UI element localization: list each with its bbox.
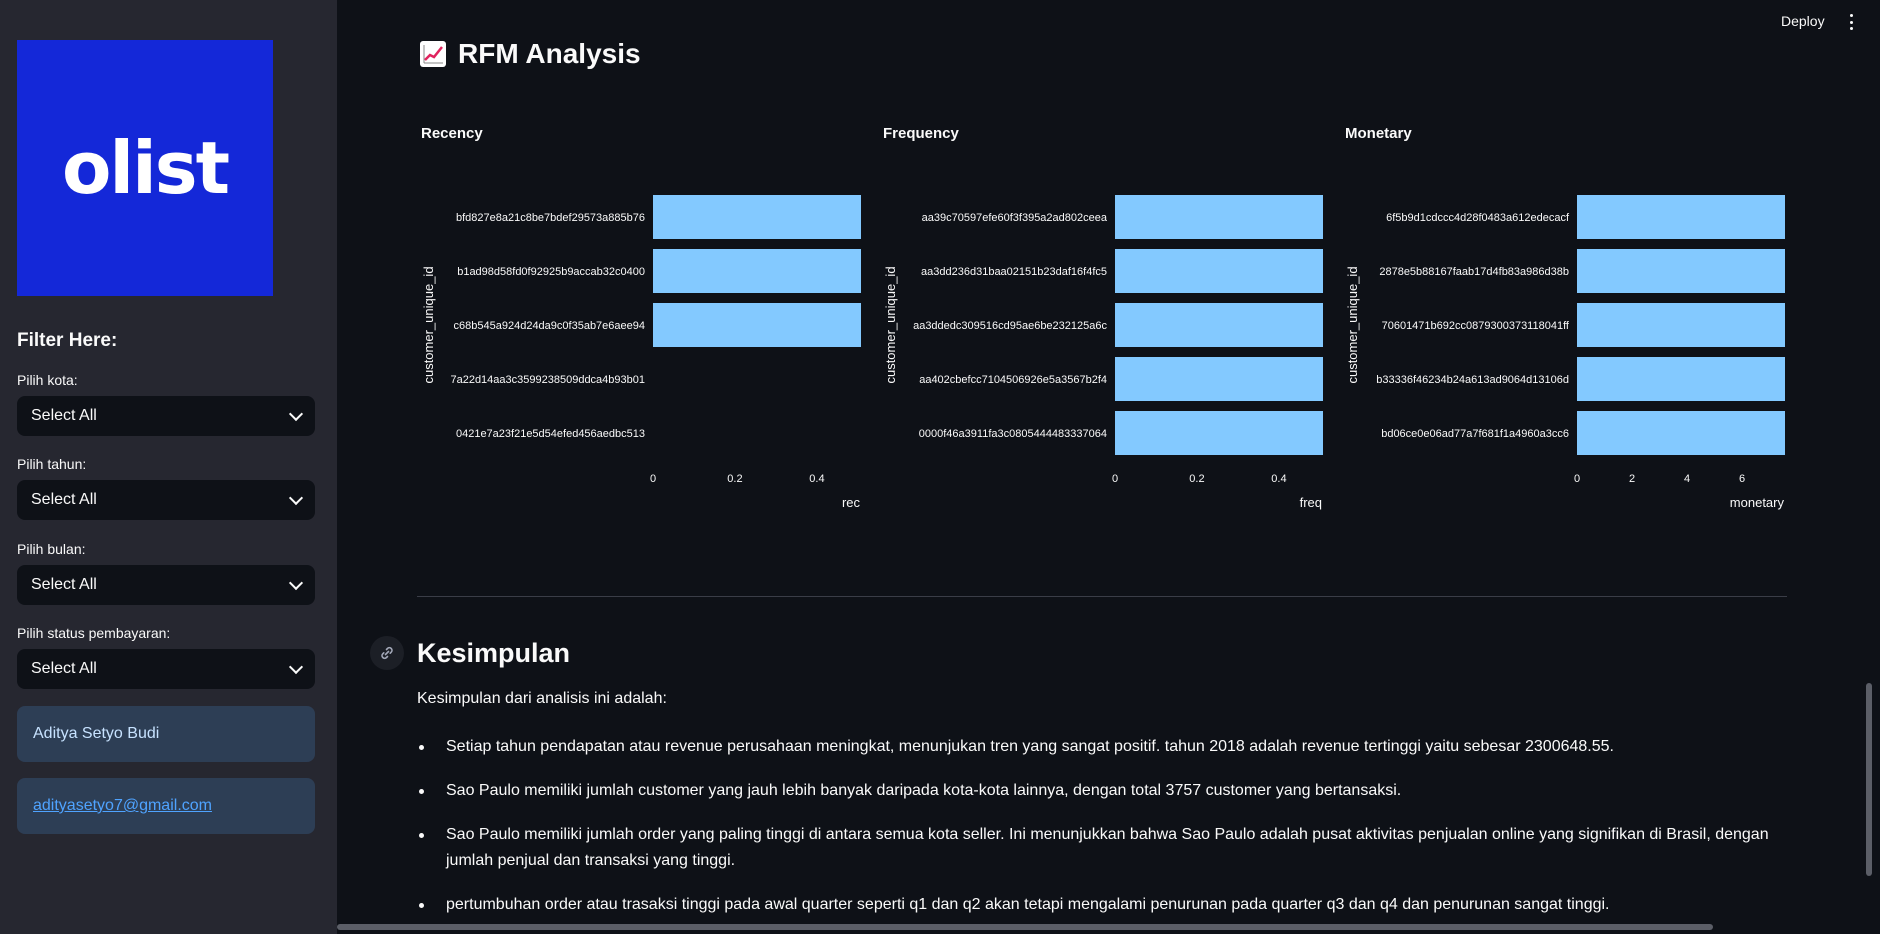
bar (1115, 357, 1324, 401)
chevron-down-icon (288, 659, 304, 674)
y-tick-label: bd06ce0e06ad77a7f681f1a4960a3cc6 (1381, 428, 1569, 440)
bar (653, 249, 862, 293)
y-tick-label: aa402cbefcc7104506926e5a3567b2f4 (919, 374, 1107, 386)
bar (1577, 249, 1786, 293)
recency-chart: Recency bfd827e8a21c8be7bdef29573a885b76… (421, 125, 862, 515)
select-tahun[interactable]: Select All (17, 480, 315, 520)
y-tick-label: aa3dd236d31baa02151b23daf16f4fc5 (921, 266, 1107, 278)
kesimpulan-list: Setiap tahun pendapatan atau revenue per… (417, 734, 1787, 934)
x-tick-label: 4 (1684, 473, 1690, 485)
y-tick-label: 2878e5b88167faab17d4fb83a986d38b (1379, 266, 1569, 278)
y-tick-label: 0421e7a23f21e5d54efed456aedbc513 (456, 428, 645, 440)
frequency-chart: Frequency aa39c70597efe60f3f395a2ad802ce… (883, 125, 1324, 515)
horizontal-scrollbar[interactable] (337, 924, 1713, 930)
chart-svg: aa39c70597efe60f3f395a2ad802ceea aa3dd236… (883, 195, 1324, 510)
section-divider (417, 596, 1787, 597)
x-tick-label: 0 (1574, 473, 1580, 485)
email-box: adityasetyo7@gmail.com (17, 778, 315, 834)
y-tick-label: c68b545a924d24da9c0f35ab7e6aee94 (454, 320, 645, 332)
select-status-value: Select All (31, 660, 97, 677)
x-axis-label: monetary (1730, 495, 1785, 510)
bar (1115, 411, 1324, 455)
x-tick-label: 6 (1739, 473, 1745, 485)
chart-title: Recency (421, 125, 483, 142)
bar (653, 195, 862, 239)
main-menu-icon[interactable] (1848, 14, 1854, 30)
chart-increasing-icon (420, 41, 446, 67)
x-axis-label: freq (1300, 495, 1322, 510)
bar (1115, 303, 1324, 347)
link-icon[interactable] (370, 636, 404, 670)
y-axis-label: customer_unique_id (421, 266, 436, 383)
kesimpulan-intro: Kesimpulan dari analisis ini adalah: (417, 690, 667, 707)
x-tick-label: 0.4 (809, 473, 824, 485)
filter-label-kota: Pilih kota: (17, 372, 78, 388)
chart-title: Frequency (883, 125, 959, 142)
list-item: Sao Paulo memiliki jumlah order yang pal… (417, 822, 1787, 874)
chevron-down-icon (288, 406, 304, 421)
filter-label-status: Pilih status pembayaran: (17, 625, 171, 641)
x-tick-label: 0 (1112, 473, 1118, 485)
select-kota-value: Select All (31, 407, 97, 424)
y-tick-label: aa3ddedc309516cd95ae6be232125a6c (913, 320, 1107, 332)
list-item: pertumbuhan order atau trasaksi tinggi p… (417, 892, 1787, 918)
x-tick-label: 0.4 (1271, 473, 1286, 485)
y-tick-label: 7a22d14aa3c3599238509ddca4b93b01 (450, 374, 645, 386)
author-name: Aditya Setyo Budi (33, 725, 160, 742)
bar (1577, 303, 1786, 347)
bar (653, 303, 862, 347)
email-link[interactable]: adityasetyo7@gmail.com (33, 797, 212, 815)
deploy-button[interactable]: Deploy (1781, 13, 1825, 29)
y-tick-label: 6f5b9d1cdccc4d28f0483a612edecacf (1386, 212, 1570, 224)
x-tick-label: 0.2 (727, 473, 742, 485)
chevron-down-icon (288, 490, 304, 505)
app-root: olist Filter Here: Pilih kota: Select Al… (0, 0, 1880, 934)
x-tick-label: 0.2 (1189, 473, 1204, 485)
filter-title: Filter Here: (17, 330, 118, 351)
y-tick-label: aa39c70597efe60f3f395a2ad802ceea (922, 212, 1108, 224)
rfm-title-text: RFM Analysis (458, 38, 641, 69)
vertical-scrollbar[interactable] (1866, 683, 1872, 876)
select-bulan[interactable]: Select All (17, 565, 315, 605)
y-tick-label: b33336f46234b24a613ad9064d13106d (1376, 374, 1569, 386)
bar (1577, 411, 1786, 455)
chart-title: Monetary (1345, 125, 1412, 142)
bar (1115, 249, 1324, 293)
x-tick-label: 0 (650, 473, 656, 485)
sidebar: olist Filter Here: Pilih kota: Select Al… (0, 0, 337, 934)
select-tahun-value: Select All (31, 491, 97, 508)
logo-text: olist (61, 126, 230, 210)
filter-label-tahun: Pilih tahun: (17, 456, 87, 472)
select-status-pembayaran[interactable]: Select All (17, 649, 315, 689)
filter-label-bulan: Pilih bulan: (17, 541, 86, 557)
monetary-chart: Monetary 6f5b9d1cdccc4d28f0483a612edecac… (1345, 125, 1786, 515)
kesimpulan-title: Kesimpulan (417, 638, 571, 668)
bar (1115, 195, 1324, 239)
author-box: Aditya Setyo Budi (17, 706, 315, 762)
select-kota[interactable]: Select All (17, 396, 315, 436)
chart-svg: 6f5b9d1cdccc4d28f0483a612edecacf 2878e5b8… (1345, 195, 1786, 510)
y-tick-label: bfd827e8a21c8be7bdef29573a885b76 (456, 212, 645, 224)
y-axis-label: customer_unique_id (883, 266, 898, 383)
bar (1577, 357, 1786, 401)
y-tick-label: 0000f46a3911fa3c0805444483337064 (919, 428, 1107, 440)
olist-logo: olist (17, 40, 273, 296)
bar (1577, 195, 1786, 239)
chart-svg: bfd827e8a21c8be7bdef29573a885b76 b1ad98d5… (421, 195, 862, 510)
select-bulan-value: Select All (31, 576, 97, 593)
y-tick-label: b1ad98d58fd0f92925b9accab32c0400 (457, 266, 645, 278)
x-axis-label: rec (842, 495, 861, 510)
y-axis-label: customer_unique_id (1345, 266, 1360, 383)
rfm-title: RFM Analysis (420, 38, 641, 70)
x-tick-label: 2 (1629, 473, 1635, 485)
list-item: Sao Paulo memiliki jumlah customer yang … (417, 778, 1787, 804)
y-tick-label: 70601471b692cc0879300373118041ff (1382, 320, 1570, 332)
list-item: Setiap tahun pendapatan atau revenue per… (417, 734, 1787, 760)
chevron-down-icon (288, 575, 304, 590)
